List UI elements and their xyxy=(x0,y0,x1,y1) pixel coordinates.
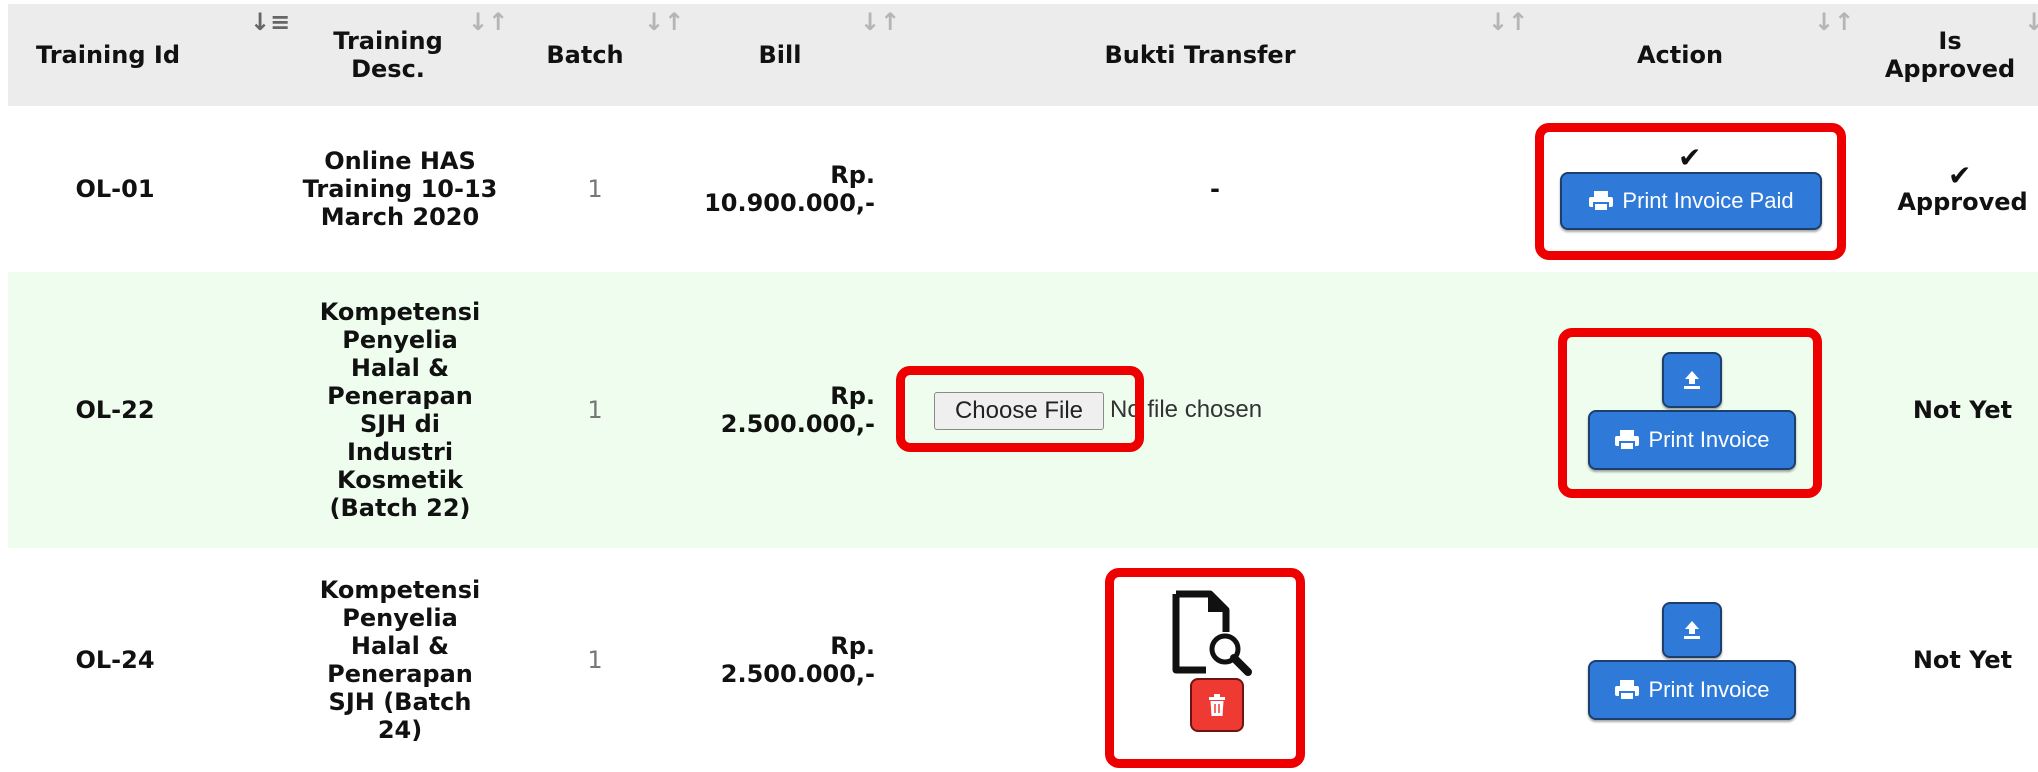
print-icon xyxy=(1615,680,1640,701)
approval-status: Approved xyxy=(1897,188,2028,216)
col-header-label: Training Desc. xyxy=(333,27,443,83)
bill-cell: Rp. 2.500.000,- xyxy=(720,632,875,688)
col-header-label: Is Approved xyxy=(1884,27,2016,83)
training-desc-cell: Kompetensi Penyelia Halal & Penerapan SJ… xyxy=(319,576,481,744)
col-header-label: Batch xyxy=(546,41,624,69)
sort-arrows-icon[interactable]: ↓↑ xyxy=(468,8,508,36)
bill-cell: Rp. 2.500.000,- xyxy=(720,382,875,438)
training-desc-cell: Kompetensi Penyelia Halal & Penerapan SJ… xyxy=(319,298,481,522)
training-id-cell: OL-22 xyxy=(75,396,155,424)
button-label: Print Invoice xyxy=(1648,677,1770,702)
sort-active-icon[interactable]: ↓≡ xyxy=(250,8,290,36)
training-id-cell: OL-01 xyxy=(75,175,155,203)
col-header-label: Action xyxy=(1636,41,1724,69)
sort-arrows-icon[interactable]: ↓↑ xyxy=(1488,8,1528,36)
col-header-action[interactable]: Action xyxy=(1580,4,1780,106)
training-id-cell: OL-24 xyxy=(75,646,155,674)
col-header-label: Bill xyxy=(758,41,802,69)
sort-arrows-icon[interactable]: ↓ xyxy=(2024,8,2038,36)
batch-cell: 1 xyxy=(587,646,603,674)
col-header-training-desc[interactable]: Training Desc. xyxy=(300,4,476,106)
highlight-box xyxy=(1535,123,1846,260)
sort-arrows-icon[interactable]: ↓↑ xyxy=(1814,8,1854,36)
upload-icon xyxy=(1684,621,1700,639)
training-desc-cell: Online HAS Training 10-13 March 2020 xyxy=(302,147,498,231)
col-header-batch[interactable]: Batch xyxy=(530,4,640,106)
upload-button[interactable] xyxy=(1662,602,1722,658)
bill-cell: Rp. 10.900.000,- xyxy=(704,161,875,217)
highlight-box xyxy=(1558,328,1822,498)
batch-cell: 1 xyxy=(587,396,603,424)
highlight-box xyxy=(1105,568,1305,768)
col-header-bill[interactable]: Bill xyxy=(720,4,840,106)
sort-arrows-icon[interactable]: ↓↑ xyxy=(860,8,900,36)
sort-arrows-icon[interactable]: ↓↑ xyxy=(644,8,684,36)
col-header-is-approved[interactable]: Is Approved xyxy=(1880,4,2020,106)
print-invoice-button[interactable]: Print Invoice xyxy=(1588,660,1796,720)
highlight-box xyxy=(896,366,1144,452)
batch-cell: 1 xyxy=(587,175,603,203)
bukti-transfer-cell: - xyxy=(1210,175,1220,203)
approval-status: Not Yet xyxy=(1912,646,2013,674)
col-header-bukti-transfer[interactable]: Bukti Transfer xyxy=(1040,4,1360,106)
col-header-training-id[interactable]: Training Id xyxy=(8,4,208,106)
approval-status: Not Yet xyxy=(1912,396,2013,424)
col-header-label: Training Id xyxy=(35,41,181,69)
col-header-label: Bukti Transfer xyxy=(1104,41,1296,69)
